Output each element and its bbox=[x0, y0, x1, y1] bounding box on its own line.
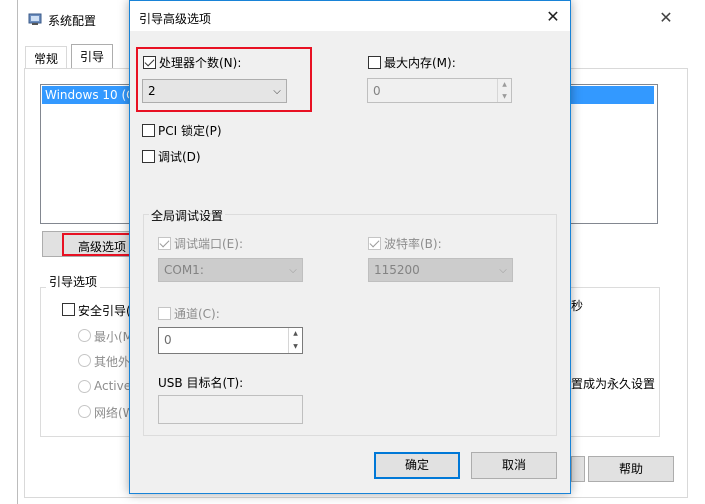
processor-count-value: 2 bbox=[148, 84, 156, 98]
close-icon[interactable]: ✕ bbox=[540, 6, 566, 28]
channel-value: 0 bbox=[164, 333, 172, 347]
checkbox-checked-icon bbox=[143, 56, 156, 69]
max-memory-label: 最大内存(M): bbox=[384, 56, 456, 70]
debug-port-checkbox[interactable]: 调试端口(E): bbox=[158, 235, 243, 252]
baud-rate-value: 115200 bbox=[374, 263, 420, 277]
debug-port-label: 调试端口(E): bbox=[174, 237, 243, 251]
chevron-down-icon: ⌵ bbox=[289, 264, 297, 276]
radio-active-directory[interactable] bbox=[78, 380, 91, 393]
pci-lock-label: PCI 锁定(P) bbox=[158, 124, 222, 138]
spin-down-icon[interactable]: ▼ bbox=[498, 91, 511, 103]
checkbox-checked-icon bbox=[368, 237, 381, 250]
debug-port-select[interactable]: COM1: ⌵ bbox=[158, 258, 303, 282]
channel-spinner[interactable]: 0 ▲ ▼ bbox=[158, 327, 303, 354]
radio-minimal[interactable] bbox=[78, 329, 91, 342]
checkbox-icon bbox=[142, 124, 155, 137]
spin-down-icon[interactable]: ▼ bbox=[289, 341, 302, 354]
baud-rate-label: 波特率(B): bbox=[384, 237, 442, 251]
checkbox-checked-icon bbox=[158, 237, 171, 250]
radio-alternate-shell-label: 其他外 bbox=[94, 355, 131, 369]
system-config-icon bbox=[28, 13, 42, 25]
chevron-down-icon: ⌵ bbox=[273, 85, 281, 97]
max-memory-checkbox[interactable]: 最大内存(M): bbox=[368, 54, 456, 71]
channel-checkbox[interactable]: 通道(C): bbox=[158, 305, 220, 322]
apply-button-partial[interactable] bbox=[571, 456, 585, 482]
radio-alternate-shell[interactable] bbox=[78, 354, 91, 367]
debug-checkbox[interactable]: 调试(D) bbox=[142, 148, 201, 165]
spin-up-icon[interactable]: ▲ bbox=[498, 79, 511, 91]
cancel-button[interactable]: 取消 bbox=[471, 452, 557, 479]
boot-options-group-label: 引导选项 bbox=[46, 273, 101, 290]
advanced-options-button[interactable]: 高级选项 bbox=[78, 238, 126, 255]
help-button[interactable]: 帮助 bbox=[588, 456, 674, 482]
max-memory-value: 0 bbox=[373, 84, 381, 98]
checkbox-icon bbox=[142, 150, 155, 163]
radio-network[interactable] bbox=[78, 405, 91, 418]
debug-label: 调试(D) bbox=[158, 150, 201, 164]
spin-up-icon[interactable]: ▲ bbox=[289, 328, 302, 341]
usb-target-label: USB 目标名(T): bbox=[158, 376, 244, 390]
system-config-title: 系统配置 bbox=[48, 14, 97, 28]
debug-port-value: COM1: bbox=[164, 263, 204, 277]
checkbox-icon bbox=[158, 307, 171, 320]
tab-boot[interactable]: 引导 bbox=[71, 44, 114, 69]
channel-label: 通道(C): bbox=[174, 307, 220, 321]
baud-rate-checkbox[interactable]: 波特率(B): bbox=[368, 235, 442, 252]
timeout-unit-label: 秒 bbox=[571, 299, 584, 313]
tab-general[interactable]: 常规 bbox=[25, 46, 68, 68]
radio-active-directory-label: Active bbox=[94, 379, 132, 393]
chevron-down-icon: ⌵ bbox=[499, 264, 507, 276]
checkbox-icon bbox=[368, 56, 381, 69]
processor-count-select[interactable]: 2 ⌵ bbox=[142, 79, 287, 103]
usb-target-input[interactable] bbox=[158, 395, 303, 424]
baud-rate-select[interactable]: 115200 ⌵ bbox=[368, 258, 513, 282]
pci-lock-checkbox[interactable]: PCI 锁定(P) bbox=[142, 122, 222, 139]
processor-count-label: 处理器个数(N): bbox=[159, 56, 242, 70]
close-icon[interactable]: ✕ bbox=[656, 8, 676, 28]
processor-count-checkbox[interactable]: 处理器个数(N): bbox=[143, 54, 241, 71]
radio-minimal-label: 最小(M bbox=[94, 330, 134, 344]
safe-boot-checkbox[interactable] bbox=[62, 303, 75, 316]
safe-boot-label: 安全引导( bbox=[78, 304, 131, 318]
global-debug-group-label: 全局调试设置 bbox=[149, 207, 226, 224]
dialog-title: 引导高级选项 bbox=[139, 12, 212, 26]
make-permanent-label: 置成为永久设置 bbox=[571, 377, 656, 391]
max-memory-spinner[interactable]: 0 ▲ ▼ bbox=[367, 78, 512, 103]
ok-button[interactable]: 确定 bbox=[374, 452, 460, 479]
